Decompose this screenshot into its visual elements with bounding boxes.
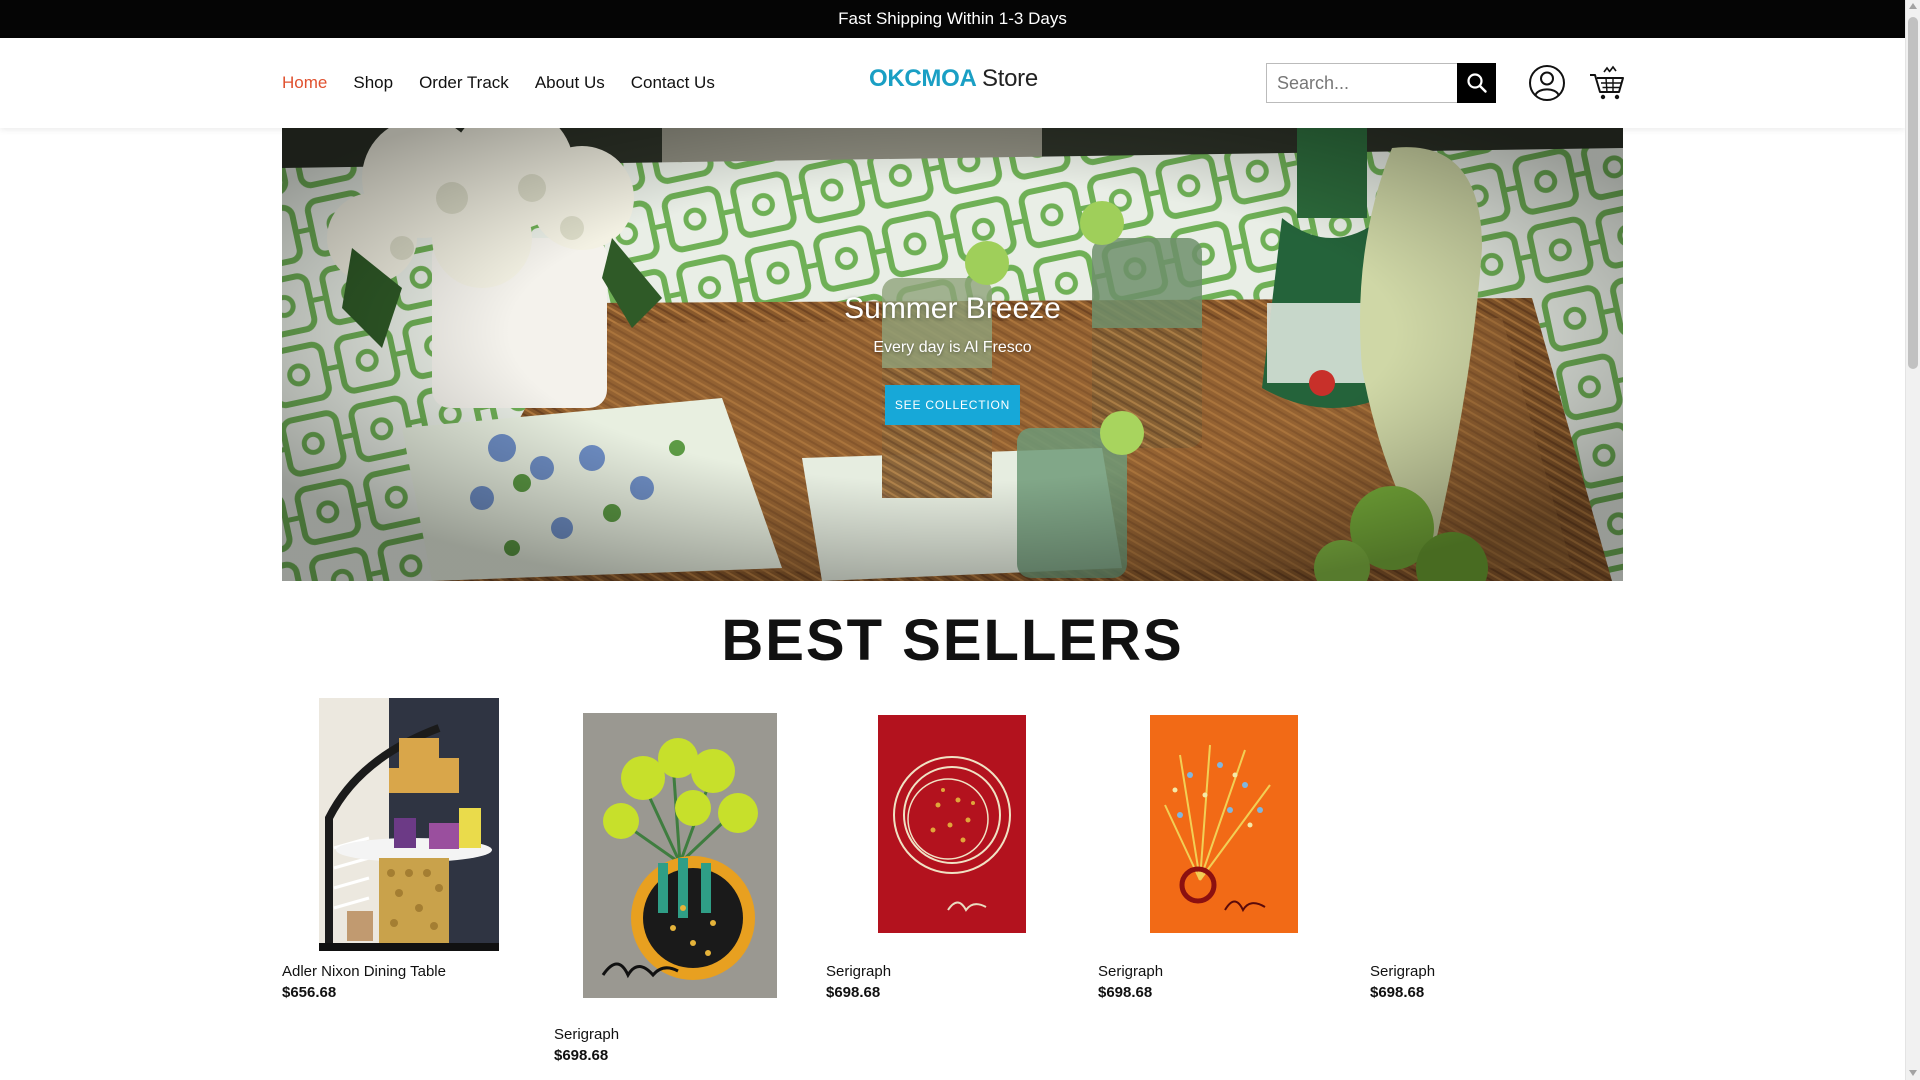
best-sellers-title: BEST SELLERS	[721, 608, 1184, 673]
product-image	[1150, 715, 1298, 933]
product-card[interactable]: Serigraph $698.68	[1370, 698, 1622, 1008]
page-scrollbar[interactable]	[1905, 0, 1920, 1080]
scroll-down-arrow-icon[interactable]	[1909, 1070, 1917, 1076]
scroll-up-arrow-icon[interactable]	[1909, 3, 1917, 9]
product-card[interactable]: Serigraph $698.68	[826, 698, 1078, 1008]
product-name[interactable]: Adler Nixon Dining Table	[282, 963, 446, 980]
product-name[interactable]: Serigraph	[554, 1026, 619, 1043]
search-icon	[1466, 73, 1487, 93]
nav-contact-us[interactable]: Contact Us	[631, 73, 715, 93]
product-name[interactable]: Serigraph	[826, 963, 891, 980]
product-name[interactable]: Serigraph	[1370, 963, 1435, 980]
search-button[interactable]	[1457, 63, 1496, 103]
nav-home[interactable]: Home	[282, 73, 327, 93]
product-card[interactable]: Serigraph $698.68	[554, 698, 806, 1068]
nav-about-us[interactable]: About Us	[535, 73, 605, 93]
main-nav: Home Shop Order Track About Us Contact U…	[282, 38, 715, 128]
search-input[interactable]	[1266, 63, 1457, 103]
site-header: Home Shop Order Track About Us Contact U…	[0, 38, 1905, 128]
announcement-bar: Fast Shipping Within 1-3 Days	[0, 0, 1905, 38]
announcement-text: Fast Shipping Within 1-3 Days	[838, 9, 1067, 28]
product-image	[878, 715, 1026, 933]
see-collection-button[interactable]: SEE COLLECTION	[885, 385, 1020, 425]
product-card[interactable]: Serigraph $698.68	[1098, 698, 1350, 1008]
hero-subtitle: Every day is Al Fresco	[873, 339, 1032, 356]
nav-shop[interactable]: Shop	[353, 73, 393, 93]
logo-suffix: Store	[982, 65, 1038, 92]
product-price: $698.68	[1370, 984, 1425, 1001]
site-logo[interactable]: OKCMOA Store	[869, 65, 1038, 93]
logo-brand: OKCMOA	[869, 65, 976, 92]
product-name[interactable]: Serigraph	[1098, 963, 1163, 980]
hero-title: Summer Breeze	[844, 292, 1061, 325]
product-price: $698.68	[554, 1047, 609, 1064]
page: Fast Shipping Within 1-3 Days Home Shop …	[0, 0, 1905, 1080]
hero-banner: Summer Breeze Every day is Al Fresco SEE…	[282, 128, 1623, 581]
product-image	[583, 713, 777, 998]
nav-order-track[interactable]: Order Track	[419, 73, 509, 93]
user-icon	[1529, 65, 1565, 101]
account-button[interactable]	[1528, 64, 1566, 102]
scrollbar-thumb[interactable]	[1908, 17, 1918, 369]
product-price: $656.68	[282, 984, 337, 1001]
cart-icon	[1590, 65, 1624, 100]
product-image	[1370, 698, 1622, 951]
product-image	[319, 698, 499, 951]
product-price: $698.68	[1098, 984, 1153, 1001]
search-form	[1266, 63, 1496, 103]
product-price: $698.68	[826, 984, 881, 1001]
cart-button[interactable]	[1588, 64, 1626, 102]
product-card[interactable]: Adler Nixon Dining Table $656.68	[282, 698, 534, 1008]
